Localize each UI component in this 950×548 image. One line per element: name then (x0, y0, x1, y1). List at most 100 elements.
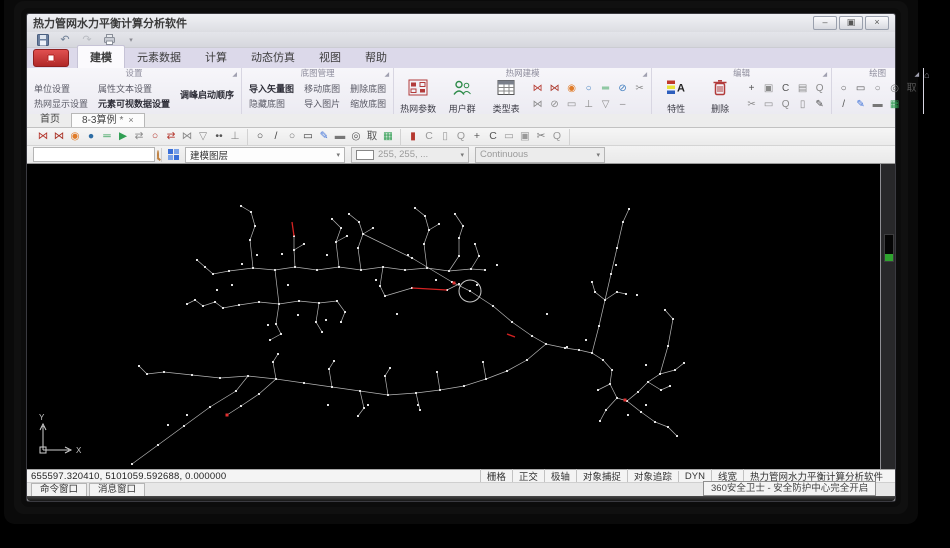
rectangle-icon[interactable]: ▭ (853, 82, 868, 96)
polyline-icon[interactable]: ▬ (333, 129, 347, 144)
valve-icon[interactable]: ⋈ (530, 82, 545, 96)
layer-select[interactable]: 建模图层 ▾ (185, 146, 345, 163)
rect-select-icon[interactable]: ▭ (502, 129, 516, 144)
move-icon[interactable]: + (744, 82, 759, 96)
ribbon-button-隐藏底图[interactable]: 隐藏底图 (246, 98, 297, 111)
pick-text-icon[interactable]: 取 (365, 129, 379, 144)
line-icon[interactable]: / (836, 98, 851, 112)
dialog-launcher-icon[interactable]: ◢ (914, 70, 919, 81)
tab-建模[interactable]: 建模 (77, 45, 125, 68)
canvas-scrollbar[interactable] (880, 164, 895, 469)
line-icon[interactable]: / (269, 129, 283, 144)
sketch-icon[interactable]: ✎ (853, 98, 868, 112)
zoom-icon[interactable]: Q (454, 129, 468, 144)
drawing-canvas[interactable]: YX (27, 164, 880, 469)
ellipse-icon[interactable]: ○ (285, 129, 299, 144)
status-toggle-对象追踪[interactable]: 对象追踪 (626, 469, 678, 483)
scrollbar-thumb[interactable] (884, 234, 894, 262)
copy-icon[interactable]: ▣ (518, 129, 532, 144)
ribbon-button-导入矢量图[interactable]: 导入矢量图 (246, 83, 297, 96)
pencil-icon[interactable]: ✎ (317, 129, 331, 144)
layers-icon[interactable] (168, 149, 179, 160)
ribbon-button-单位设置[interactable]: 单位设置 (31, 83, 91, 96)
doc-tab-首页[interactable]: 首页 (29, 112, 71, 127)
segment-icon[interactable]: – (615, 98, 630, 112)
valve-icon[interactable]: ⋈ (36, 129, 50, 144)
ribbon-button-删除底图[interactable]: 删除底图 (347, 83, 389, 96)
pipe-icon[interactable]: ═ (598, 82, 613, 96)
tee-icon[interactable]: ⊥ (228, 129, 242, 144)
properties-button[interactable]: A 特性 (656, 79, 696, 115)
tab-动态仿真[interactable]: 动态仿真 (239, 46, 307, 68)
tee-icon[interactable]: ⊥ (581, 98, 596, 112)
rectangle-icon[interactable]: ▭ (301, 129, 315, 144)
delete-icon[interactable]: ▮ (406, 129, 420, 144)
dots-icon[interactable]: •• (212, 129, 226, 144)
image-icon[interactable]: ▦ (887, 98, 902, 112)
valve-open-icon[interactable]: ⋈ (530, 98, 545, 112)
pump-icon[interactable]: ◉ (564, 82, 579, 96)
cmd-tab-消息窗口[interactable]: 消息窗口 (89, 482, 146, 497)
split-icon[interactable]: ✂ (632, 82, 647, 96)
donut-icon[interactable]: ◎ (887, 82, 902, 96)
redo-icon[interactable]: C (422, 129, 436, 144)
qat-dropdown-icon[interactable]: ▾ (123, 33, 139, 47)
close-tab-icon[interactable]: × (128, 115, 133, 125)
run-icon[interactable]: ▶ (116, 129, 130, 144)
ribbon-options-icon[interactable]: ⌂ (924, 68, 937, 114)
search-input[interactable] (34, 149, 157, 160)
search-box[interactable] (33, 147, 159, 162)
restore-button[interactable]: ▣ (839, 16, 863, 30)
color-select[interactable]: 255, 255, ... ▾ (351, 146, 469, 163)
block-icon[interactable]: ⊘ (615, 82, 630, 96)
filter-icon[interactable]: ▽ (196, 129, 210, 144)
paste-icon[interactable]: ▯ (438, 129, 452, 144)
no-flow-icon[interactable]: ⊘ (547, 98, 562, 112)
dialog-launcher-icon[interactable]: ◢ (822, 70, 827, 81)
search-icon[interactable] (157, 149, 159, 160)
node-icon[interactable]: ○ (581, 82, 596, 96)
linetype-select[interactable]: Continuous ▾ (475, 146, 605, 163)
paste-icon[interactable]: ▤ (795, 82, 810, 96)
pick-text-icon[interactable]: 取 (904, 82, 919, 96)
heat-source-icon[interactable]: ○ (148, 129, 162, 144)
type-table-button[interactable]: 类型表 (486, 79, 526, 115)
ribbon-button-导入图片[interactable]: 导入图片 (301, 98, 343, 111)
app-button[interactable] (33, 49, 69, 67)
ribbon-button-调峰启动顺序[interactable]: 调峰启动顺序 (177, 89, 237, 102)
exchanger-icon[interactable]: ⇄ (164, 129, 178, 144)
circle-icon[interactable]: ○ (836, 82, 851, 96)
ribbon-button-移动底图[interactable]: 移动底图 (301, 83, 343, 96)
node-icon[interactable]: ● (84, 129, 98, 144)
tab-元素数据[interactable]: 元素数据 (125, 46, 193, 68)
zoom-icon[interactable]: Q (812, 82, 827, 96)
close-button[interactable]: × (865, 16, 889, 30)
valve-open-icon[interactable]: ⋈ (180, 129, 194, 144)
dialog-launcher-icon[interactable]: ◢ (642, 70, 647, 81)
tank-icon[interactable]: ▭ (564, 98, 579, 112)
ribbon-button-缩放底图[interactable]: 缩放底图 (347, 98, 389, 111)
delete-button[interactable]: 删除 (700, 79, 740, 115)
polyline-icon[interactable]: ▬ (870, 98, 885, 112)
status-toggle-正交[interactable]: 正交 (511, 469, 544, 483)
move-icon[interactable]: + (470, 129, 484, 144)
filter-icon[interactable]: ▽ (598, 98, 613, 112)
rotate-icon[interactable]: C (778, 82, 793, 96)
ellipse-icon[interactable]: ○ (870, 82, 885, 96)
valve2-icon[interactable]: ⋈ (52, 129, 66, 144)
status-toggle-DYN[interactable]: DYN (677, 470, 711, 482)
minimize-button[interactable]: – (813, 16, 837, 30)
status-toggle-栅格[interactable]: 栅格 (479, 469, 512, 483)
circle-icon[interactable]: ○ (253, 129, 267, 144)
ribbon-button-元素可视数据设置[interactable]: 元素可视数据设置 (95, 98, 173, 111)
cut-icon[interactable]: ✂ (744, 98, 759, 112)
heat-net-params-button[interactable]: 热网参数 (398, 79, 438, 115)
status-toggle-极轴[interactable]: 极轴 (543, 469, 576, 483)
rotate-icon[interactable]: C (486, 129, 500, 144)
branch-icon[interactable]: ⇄ (132, 129, 146, 144)
copy-icon[interactable]: ▣ (761, 82, 776, 96)
pump-icon[interactable]: ◉ (68, 129, 82, 144)
save-icon[interactable] (35, 33, 51, 47)
image-icon[interactable]: ▦ (381, 129, 395, 144)
undo-icon[interactable]: ↶ (57, 33, 73, 47)
